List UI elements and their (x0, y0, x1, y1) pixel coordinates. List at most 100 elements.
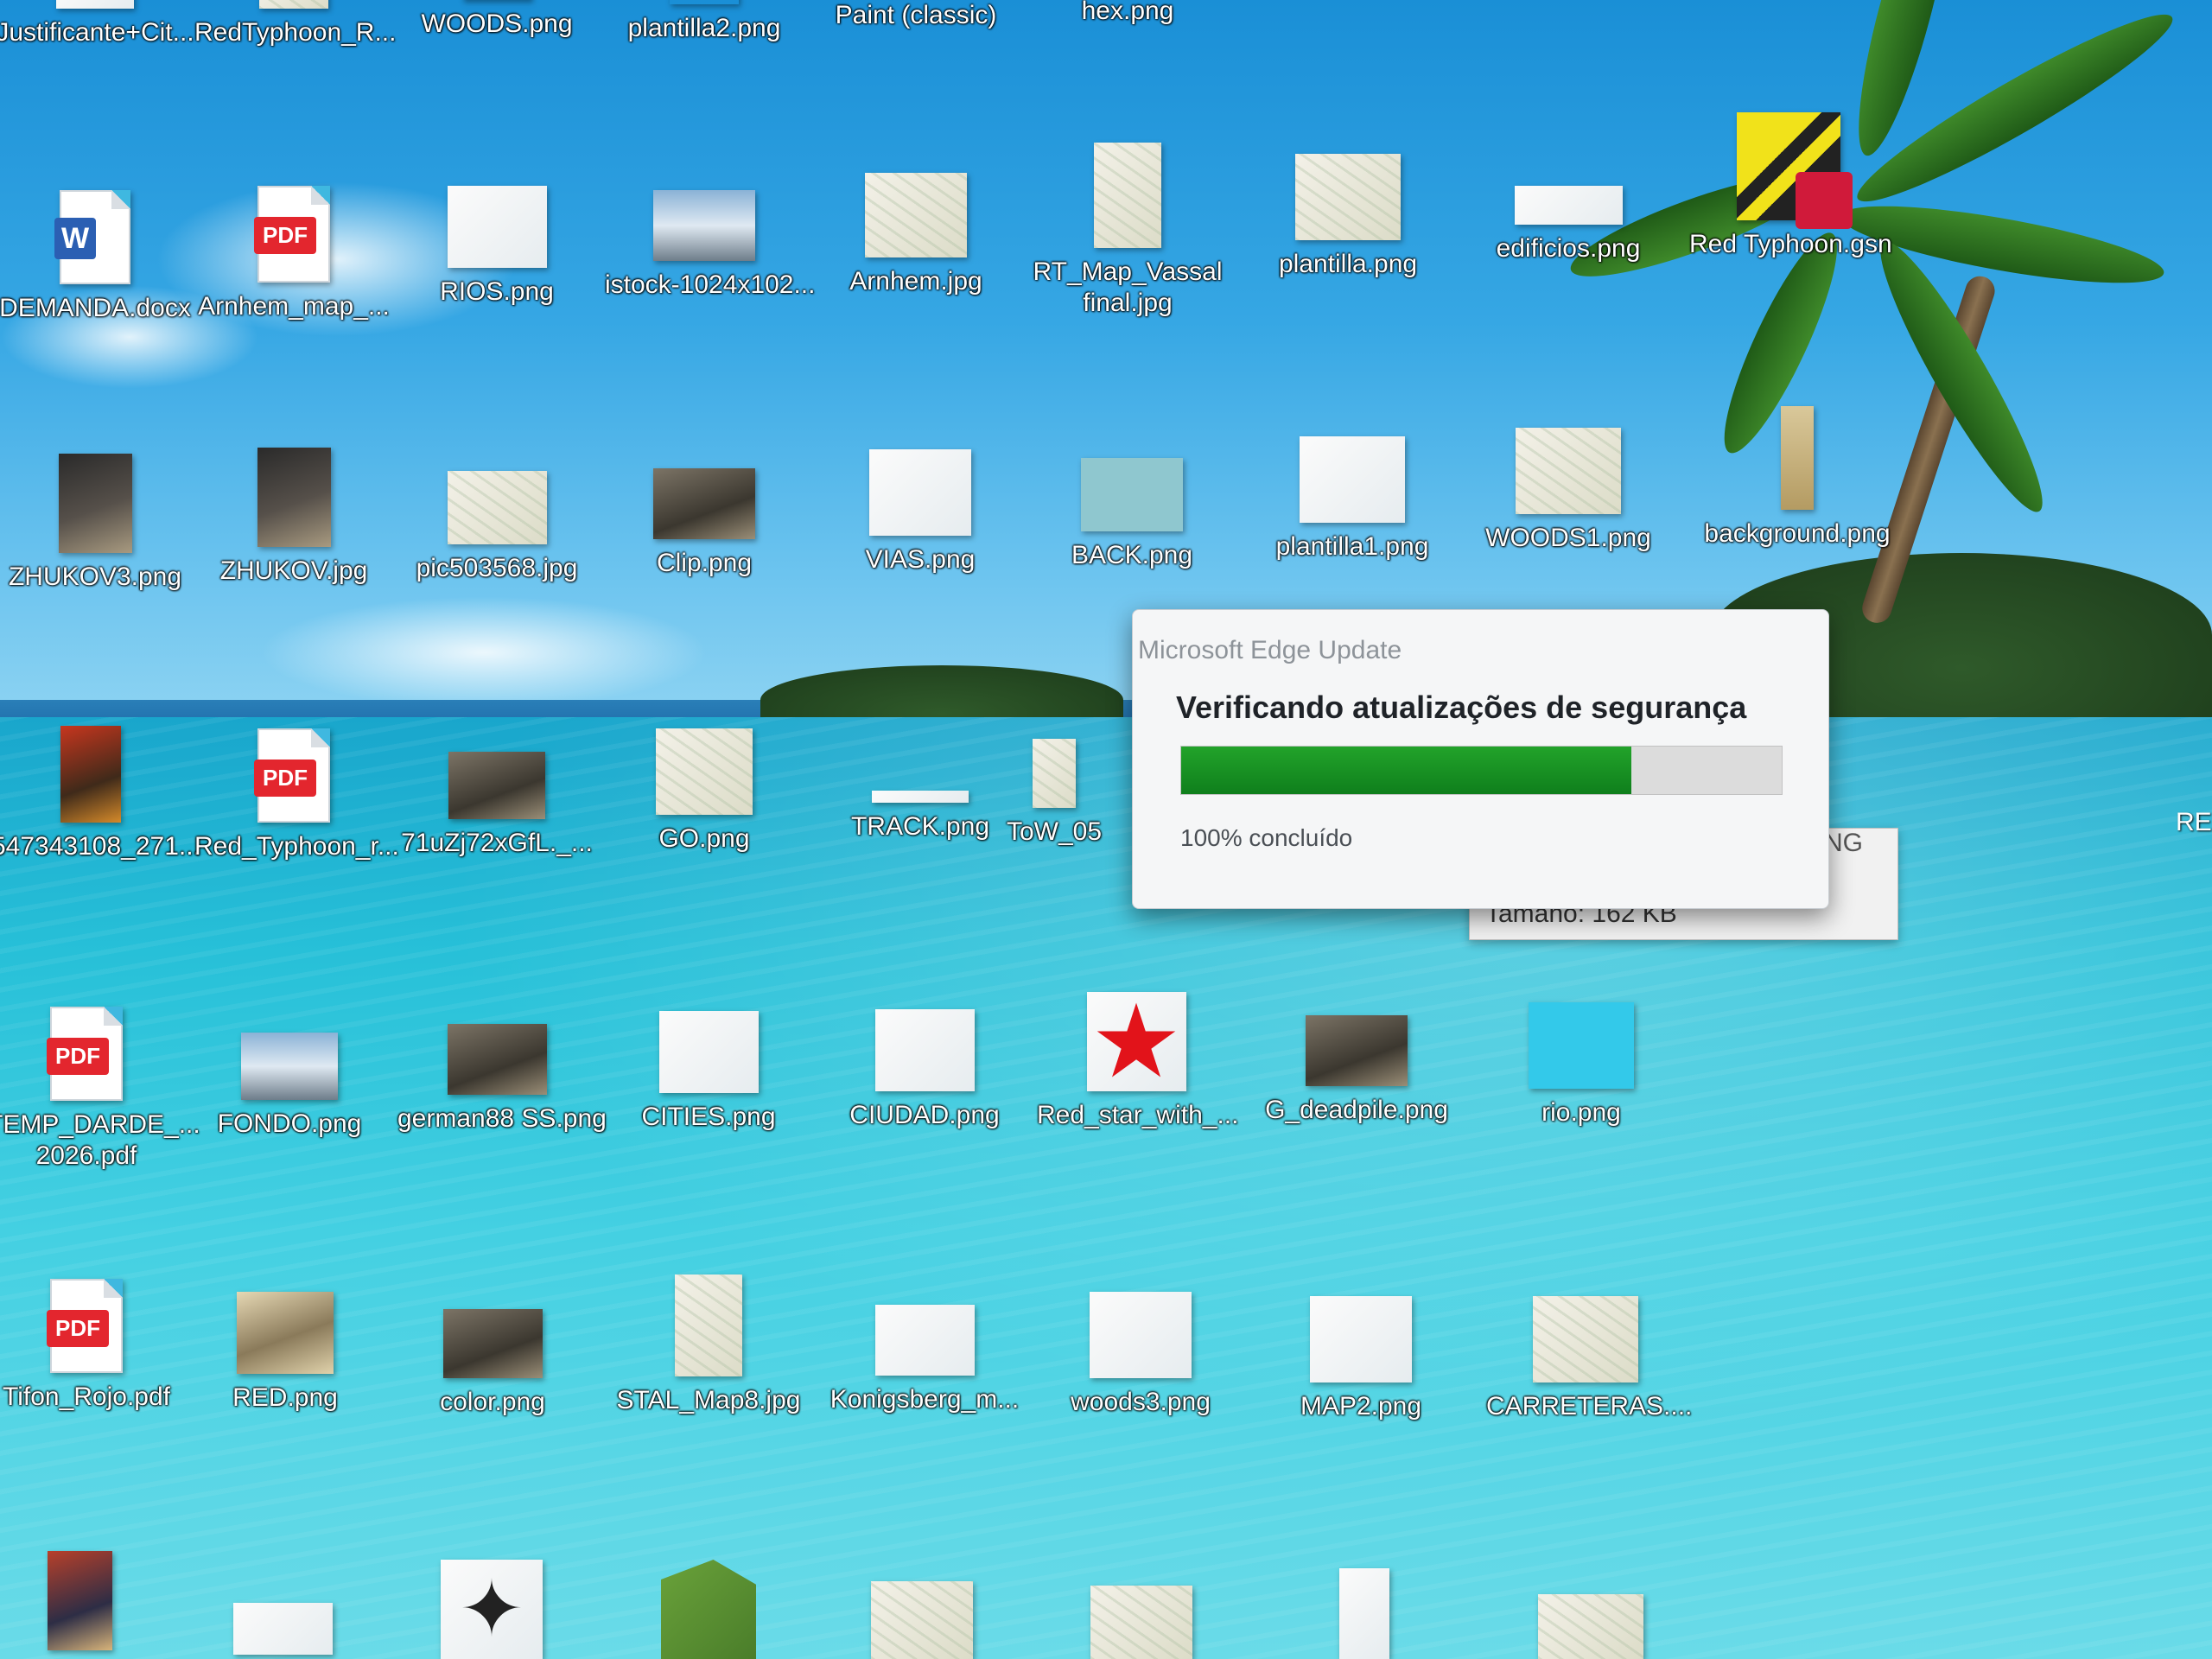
icon-label: color.png (440, 1388, 545, 1416)
file-thumbnail[interactable] (1538, 1594, 1643, 1659)
file-thumbnail (1533, 1296, 1638, 1382)
file-thumbnail[interactable] (1090, 1586, 1192, 1659)
desktop-icon[interactable]: woods3.png (1041, 1292, 1240, 1418)
icon-label: Clip.png (656, 549, 753, 577)
desktop-icon[interactable]: plantilla1.png (1253, 436, 1452, 563)
desktop-icon[interactable]: Red Typhoon.gsn (1689, 112, 1892, 260)
desktop-icon[interactable]: PDF TEMP_DARDE_... 2026.pdf (0, 1007, 200, 1172)
desktop-icon[interactable]: plantilla.png (1249, 154, 1447, 280)
desktop-icon[interactable]: istock-1024x102... (605, 190, 815, 301)
file-thumbnail (1090, 1292, 1192, 1378)
desktop-icon[interactable]: STAL_Map8.jpg (609, 1274, 808, 1416)
compass-thumbnail[interactable]: ✦ (441, 1560, 543, 1659)
icon-label: pic503568.jpg (416, 554, 578, 582)
file-thumbnail (1516, 428, 1621, 514)
icon-label[interactable]: REA (2176, 808, 2212, 837)
file-thumbnail[interactable] (871, 1581, 973, 1659)
desktop-icon[interactable]: RED.png (186, 1292, 385, 1414)
icon-label: CARRETERAS.... (1486, 1392, 1693, 1421)
desktop-icon[interactable]: ZHUKOV.jpg (194, 448, 393, 587)
file-thumbnail (874, 1305, 975, 1376)
edge-update-dialog[interactable]: Microsoft Edge Update Verificando atuali… (1132, 609, 1829, 909)
icon-label: ZHUKOV3.png (8, 563, 182, 591)
desktop-icon[interactable]: MAP2.png (1262, 1296, 1460, 1422)
icon-label: MAP2.png (1300, 1392, 1422, 1421)
icon-label: Red_Typhoon_r... (194, 832, 399, 861)
file-thumbnail (656, 728, 753, 815)
vassal-module-icon (1737, 112, 1853, 229)
desktop-icon[interactable]: plantilla2.png (605, 0, 804, 44)
file-thumbnail (1033, 739, 1076, 808)
desktop-icon[interactable]: rio.png (1482, 1002, 1681, 1128)
file-thumbnail[interactable] (233, 1603, 333, 1655)
pdf-document-icon: PDF (47, 1279, 123, 1373)
icon-label: Paint (classic) (835, 1, 997, 29)
icon-label: CIUDAD.png (849, 1101, 1000, 1129)
wallpaper-cloud (259, 596, 709, 709)
desktop-icon[interactable]: RIOS.png (397, 186, 596, 308)
desktop-icon[interactable]: CIUDAD.png (825, 1009, 1024, 1131)
desktop-icon[interactable]: VIAS.png (821, 449, 1020, 575)
desktop-icon[interactable]: german88 SS.png (397, 1024, 607, 1135)
icon-label: plantilla.png (1278, 250, 1418, 278)
paint-shortcut[interactable]: Paint (classic) (817, 0, 1015, 31)
pdf-icon: PDF (254, 760, 316, 797)
icon-label: Arnhem.jpg (849, 267, 982, 296)
file-thumbnail (241, 1033, 338, 1100)
icon-label: TEMP_DARDE_... 2026.pdf (0, 1110, 200, 1170)
desktop-icon[interactable]: GO.png (605, 728, 804, 855)
desktop-icon[interactable]: 547343108_271... (0, 726, 200, 862)
file-thumbnail (237, 1292, 334, 1374)
icon-label: RED.png (232, 1383, 338, 1412)
desktop-icon[interactable]: CARRETERAS.... (1486, 1296, 1693, 1422)
icon-label: BACK.png (1071, 541, 1193, 569)
file-thumbnail (1306, 1015, 1408, 1086)
desktop-icon[interactable]: Arnhem.jpg (817, 173, 1015, 297)
desktop-icon[interactable]: PDF Arnhem_map_... (194, 186, 393, 322)
desktop-icon[interactable]: Justificante+Cit... (0, 0, 194, 48)
pdf-icon: PDF (254, 217, 316, 254)
desktop-icon[interactable]: ZHUKOV3.png (0, 454, 194, 593)
desktop-icon[interactable]: RedTyphoon_R... (194, 0, 397, 48)
desktop-icon[interactable]: CITIES.png (609, 1011, 808, 1133)
desktop-icon[interactable]: RT_Map_Vassal final.jpg (1028, 143, 1227, 319)
icon-label: Arnhem_map_... (198, 292, 390, 321)
icon-label: RIOS.png (440, 277, 554, 306)
desktop-icon[interactable]: PDF Red_Typhoon_r... (194, 728, 399, 862)
file-thumbnail[interactable] (48, 1551, 112, 1650)
file-thumbnail (447, 1024, 547, 1095)
desktop-icon[interactable]: W DEMANDA.docx (0, 190, 194, 324)
icon-label: G_deadpile.png (1265, 1096, 1448, 1124)
red-star-icon: ★ (1090, 984, 1182, 1099)
icon-label: ToW_05 (1006, 817, 1103, 846)
icon-label: VIAS.png (865, 545, 976, 574)
desktop-icon[interactable]: Konigsberg_m... (825, 1305, 1024, 1415)
desktop-icon[interactable]: ToW_05 (989, 739, 1119, 848)
pdf-icon: PDF (47, 1310, 109, 1347)
icon-label: RedTyphoon_R... (194, 18, 397, 47)
file-thumbnail (874, 1009, 975, 1091)
desktop-icon[interactable]: FONDO.png (190, 1033, 389, 1140)
icon-label: Red Typhoon.gsn (1689, 230, 1892, 258)
icon-label: WOODS.png (421, 10, 573, 38)
icon-label: WOODS1.png (1485, 524, 1651, 552)
desktop-icon[interactable]: Clip.png (605, 468, 804, 579)
file-thumbnail[interactable] (1339, 1568, 1389, 1659)
desktop-icon[interactable]: edificios.png (1469, 186, 1668, 264)
icon-label: woods3.png (1071, 1388, 1211, 1416)
desktop-icon[interactable]: BACK.png (1033, 458, 1231, 571)
desktop-icon[interactable]: WOODS1.png (1469, 428, 1668, 554)
icon-label: hex.png (1081, 0, 1174, 25)
dialog-heading: Verificando atualizações de segurança (1176, 690, 1747, 725)
desktop-icon[interactable]: PDF Tifon_Rojo.pdf (0, 1279, 186, 1413)
desktop-icon[interactable]: WOODS.png (397, 0, 596, 40)
desktop-icon[interactable]: pic503568.jpg (397, 471, 596, 584)
desktop-icon[interactable]: 71uZj72xGfL._... (397, 752, 596, 859)
file-thumbnail (1529, 1002, 1634, 1089)
icon-label: background.png (1704, 519, 1891, 548)
desktop-icon[interactable]: ★ Red_star_with_... (1037, 984, 1238, 1131)
desktop-icon[interactable]: hex.png (1028, 0, 1227, 27)
desktop-icon[interactable]: G_deadpile.png (1257, 1015, 1456, 1126)
desktop-icon[interactable]: background.png (1698, 406, 1897, 550)
desktop-icon[interactable]: color.png (393, 1309, 592, 1418)
